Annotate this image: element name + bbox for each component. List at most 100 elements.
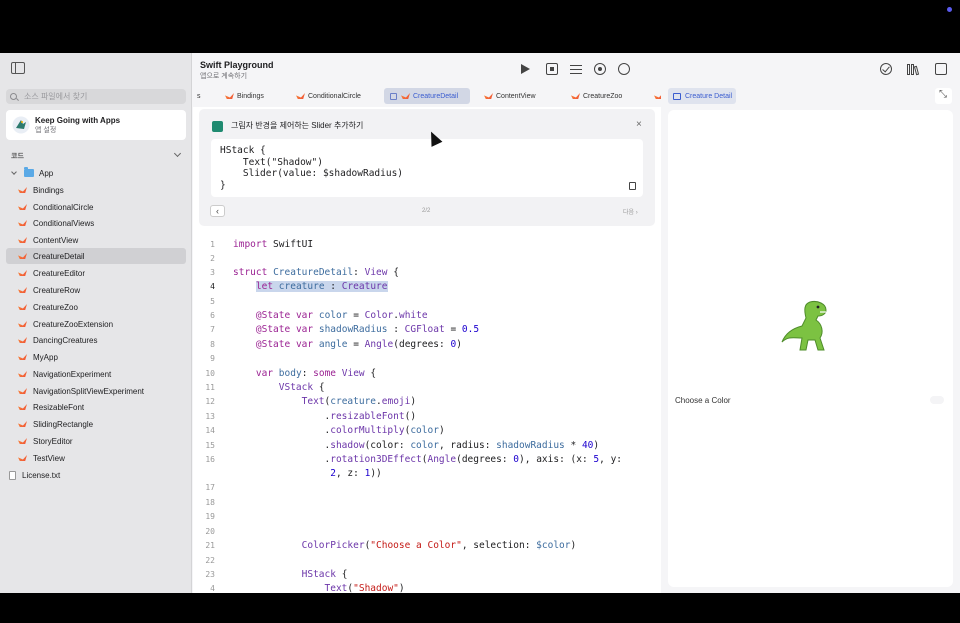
code-line: @State var shadowRadius : CGFloat = 0.5: [255, 324, 480, 335]
expand-button[interactable]: [935, 88, 952, 104]
sidebar-item-testview[interactable]: TestView: [6, 450, 186, 466]
line-number: 20: [205, 527, 215, 536]
dinosaur-emoji: [781, 301, 827, 351]
chevron-down-icon[interactable]: [173, 149, 182, 158]
sidebar-item-license[interactable]: License.txt: [6, 467, 186, 483]
swift-file-icon: [18, 186, 27, 194]
sidebar-item-bindings[interactable]: Bindings: [6, 182, 186, 198]
line-number: 10: [205, 369, 215, 378]
code-line: var body: some View {: [255, 368, 377, 379]
live-preview: Choose a Color: [668, 110, 953, 587]
tab-label: s: [197, 92, 201, 100]
swift-file-icon: [18, 387, 27, 395]
sidebar-item-label: SlidingRectangle: [33, 419, 94, 429]
record-icon[interactable]: [594, 63, 606, 75]
sidebar-toggle-icon[interactable]: [11, 62, 25, 74]
sidebar-item-conditionalviews[interactable]: ConditionalViews: [6, 215, 186, 231]
page-indicator: 2/2: [422, 208, 431, 214]
sidebar-item-label: NavigationExperiment: [33, 369, 112, 379]
sidebar-item-storyeditor[interactable]: StoryEditor: [6, 433, 186, 449]
line-number: 15: [205, 441, 215, 450]
tab-partial[interactable]: s: [193, 88, 205, 104]
stop-icon[interactable]: [546, 63, 558, 75]
checkmark-icon[interactable]: [880, 63, 892, 75]
tab-conditionalcircle[interactable]: ConditionalCircle: [290, 88, 380, 104]
tab-bindings[interactable]: Bindings: [219, 88, 299, 104]
swift-file-icon: [18, 403, 27, 411]
line-number: 9: [210, 354, 215, 363]
goal-card[interactable]: Keep Going with Apps 앱 설정: [6, 110, 186, 140]
tab-contentview[interactable]: ContentView: [478, 88, 558, 104]
code-line: @State var angle = Angle(degrees: 0): [255, 339, 462, 350]
app-subtitle[interactable]: 앱으로 계속하기: [200, 71, 274, 81]
sidebar-item-resizablefont[interactable]: ResizableFont: [6, 399, 186, 415]
line-number: 4: [210, 282, 215, 291]
line-number: 4: [210, 584, 215, 593]
run-icon[interactable]: [521, 64, 530, 74]
app-window: Keep Going with Apps 앱 설정 코드 App Binding…: [0, 53, 960, 593]
swift-file-icon: [18, 269, 27, 277]
folder-app[interactable]: App: [6, 165, 186, 181]
tab-label: ConditionalCircle: [308, 92, 361, 100]
search-input[interactable]: [24, 92, 174, 101]
close-icon[interactable]: [390, 92, 397, 100]
chevron-down-icon[interactable]: [11, 169, 17, 175]
sidebar-item-label: ConditionalCircle: [33, 202, 94, 212]
swift-file-icon: [18, 252, 27, 260]
swift-file-icon: [18, 420, 27, 428]
sidebar-item-navigationexperiment[interactable]: NavigationExperiment: [6, 366, 186, 382]
swift-file-icon: [18, 320, 27, 328]
sidebar-item-label: CreatureZoo: [33, 302, 78, 312]
sidebar-item-conditionalcircle[interactable]: ConditionalCircle: [6, 199, 186, 215]
sidebar-item-creaturedetail[interactable]: CreatureDetail: [6, 248, 186, 264]
color-picker-label: Choose a Color: [675, 396, 731, 405]
tab-creaturedetail[interactable]: CreatureDetail: [384, 88, 470, 104]
library-icon[interactable]: [907, 63, 920, 76]
next-label: 다음: [623, 210, 635, 216]
title-block: Swift Playground 앱으로 계속하기: [200, 60, 274, 81]
preview-icon: [673, 92, 681, 100]
line-number: 16: [205, 455, 215, 464]
sliders-icon[interactable]: [570, 63, 582, 75]
sidebar-item-creaturezooextension[interactable]: CreatureZooExtension: [6, 316, 186, 332]
goal-title: Keep Going with Apps: [35, 115, 121, 125]
line-number: 8: [210, 340, 215, 349]
guide-code-snippet: HStack { Text("Shadow") Slider(value: $s…: [211, 139, 643, 197]
line-number: 18: [205, 498, 215, 507]
line-number: 23: [205, 570, 215, 579]
swift-file-icon: [571, 92, 579, 100]
line-number: 12: [205, 397, 215, 406]
swift-file-icon: [401, 92, 409, 100]
search-icon: [10, 93, 17, 100]
sidebar-item-slidingrectangle[interactable]: SlidingRectangle: [6, 416, 186, 432]
window-icon[interactable]: [935, 63, 947, 75]
next-button[interactable]: 다음 ›: [623, 207, 638, 216]
sidebar-item-navigationsplitviewexperiment[interactable]: NavigationSplitViewExperiment: [6, 383, 186, 399]
section-label: 코드: [11, 153, 24, 160]
sidebar-item-myapp[interactable]: MyApp: [6, 349, 186, 365]
swift-file-icon: [18, 353, 27, 361]
line-number: 7: [210, 325, 215, 334]
code-line: HStack {: [301, 569, 348, 580]
sidebar-item-creatureeditor[interactable]: CreatureEditor: [6, 265, 186, 281]
bird-icon: [12, 116, 30, 134]
tab-label: ContentView: [496, 92, 536, 100]
sidebar-item-dancingcreatures[interactable]: DancingCreatures: [6, 332, 186, 348]
search-field[interactable]: [6, 89, 186, 104]
copy-icon[interactable]: [629, 182, 636, 190]
tab-overflow[interactable]: [648, 88, 661, 104]
close-button[interactable]: ×: [636, 119, 642, 130]
sidebar-item-contentview[interactable]: ContentView: [6, 232, 186, 248]
color-picker-well[interactable]: [930, 396, 944, 404]
guide-icon: [212, 121, 223, 132]
previous-button[interactable]: ‹: [210, 205, 225, 217]
code-line: ColorPicker("Choose a Color", selection:…: [301, 540, 577, 551]
palette-icon[interactable]: [618, 63, 630, 75]
sidebar-item-creaturerow[interactable]: CreatureRow: [6, 282, 186, 298]
code-line: .shadow(color: color, radius: shadowRadi…: [233, 440, 600, 451]
code-line: struct CreatureDetail: View {: [233, 267, 399, 278]
preview-tab[interactable]: Creature Detail: [668, 88, 736, 104]
tab-creaturezoo[interactable]: CreatureZoo: [565, 88, 645, 104]
swift-file-icon: [18, 203, 27, 211]
sidebar-item-creaturezoo[interactable]: CreatureZoo: [6, 299, 186, 315]
